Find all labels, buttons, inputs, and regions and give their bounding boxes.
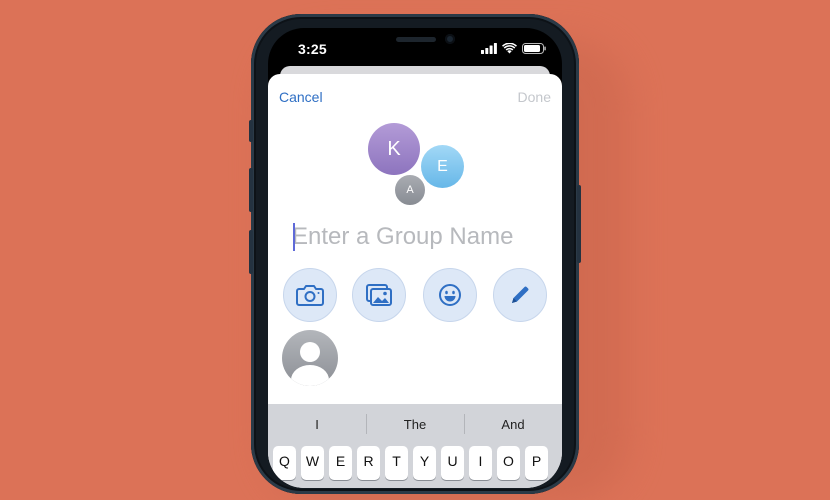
emoji-icon [439,284,461,306]
key-u[interactable]: U [441,446,464,480]
new-group-sheet: Cancel Done K E A Enter a Group Name I T… [268,74,562,488]
front-camera [445,34,455,44]
signal-icon [481,43,497,54]
person-silhouette-icon [291,342,329,386]
done-button[interactable]: Done [518,89,551,105]
key-q[interactable]: Q [273,446,296,480]
suggestion-2[interactable]: The [366,404,464,444]
volume-down-button [249,230,253,274]
avatar-a: A [394,174,426,206]
key-t[interactable]: T [385,446,408,480]
group-name-input[interactable] [292,220,542,254]
keyboard-suggestions: I The And [268,404,562,444]
key-w[interactable]: W [301,446,324,480]
photos-icon [366,284,392,306]
key-e[interactable]: E [329,446,352,480]
suggestion-1[interactable]: I [268,404,366,444]
notch [372,28,482,58]
photos-button[interactable] [352,268,406,322]
avatar-k: K [368,123,420,175]
emoji-button[interactable] [423,268,477,322]
text-cursor [293,223,295,251]
key-y[interactable]: Y [413,446,436,480]
cancel-button[interactable]: Cancel [279,89,323,105]
key-r[interactable]: R [357,446,380,480]
suggestion-3[interactable]: And [464,404,562,444]
keyboard-top-row: Q W E R T Y U I O P [273,446,548,480]
edit-button[interactable] [493,268,547,322]
key-i[interactable]: I [469,446,492,480]
key-o[interactable]: O [497,446,520,480]
placeholder-avatar[interactable] [282,330,338,386]
status-icons [481,43,546,54]
status-time: 3:25 [298,41,327,57]
wifi-icon [502,43,517,54]
camera-icon [296,285,324,306]
battery-icon [522,43,546,54]
key-p[interactable]: P [525,446,548,480]
power-button [577,185,581,263]
speaker [396,37,436,42]
keyboard: I The And Q W E R T Y U I O P [268,404,562,488]
pencil-icon [512,286,529,303]
camera-button[interactable] [283,268,337,322]
action-button [249,120,253,142]
volume-up-button [249,168,253,212]
avatar-e: E [421,145,464,188]
phone-screen: 3:25 Cancel Done K E A Enter a Group Nam… [268,28,562,488]
